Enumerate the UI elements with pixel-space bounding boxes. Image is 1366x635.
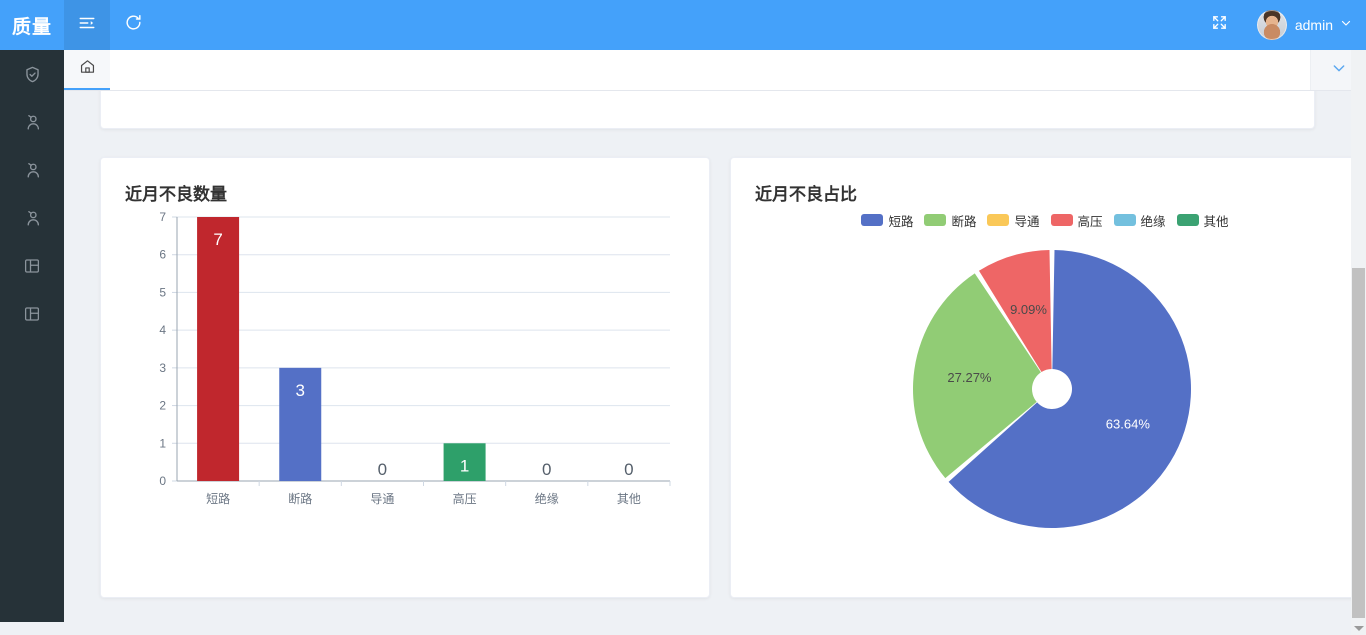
- vertical-scrollbar-thumb[interactable]: [1352, 268, 1365, 618]
- legend-color-swatch: [924, 214, 947, 226]
- bar: [197, 217, 240, 481]
- y-axis-tick-label: 3: [159, 361, 166, 375]
- bar-value-label: 1: [460, 456, 469, 475]
- pie-chart-card: 近月不良占比 短路 断路 导通 高压 绝缘 其他 63.64% 27.27% 9.09%: [730, 157, 1351, 598]
- y-axis-tick-label: 4: [159, 323, 166, 337]
- legend-color-swatch: [1113, 214, 1136, 226]
- tab-bar: [64, 50, 1366, 91]
- sidebar-item-panel-2[interactable]: [0, 290, 64, 338]
- sidebar: 质量: [0, 0, 64, 622]
- pie-chart-title: 近月不良占比: [755, 185, 857, 204]
- menu-toggle-button[interactable]: [64, 0, 110, 50]
- chevron-down-icon[interactable]: [1340, 16, 1352, 34]
- legend-item[interactable]: 导通: [987, 211, 1040, 230]
- legend-label: 断路: [951, 214, 977, 229]
- sidebar-item-panel-1[interactable]: [0, 242, 64, 290]
- legend-label: 其他: [1203, 214, 1229, 229]
- chevron-down-icon: [1331, 60, 1347, 81]
- refresh-button[interactable]: [110, 0, 156, 50]
- fullscreen-icon: [1211, 14, 1228, 36]
- layout-panel-icon: [23, 305, 41, 323]
- legend-item[interactable]: 其他: [1176, 211, 1229, 230]
- bar-value-label: 0: [378, 460, 387, 479]
- y-axis-tick-label: 5: [159, 285, 166, 299]
- x-axis-tick-label: 绝缘: [535, 491, 559, 506]
- charts-row: 近月不良数量 0 1 2 3 4 5 6 7 7 短路 3 断路 0 导通 1 高压 0 绝缘 0 其他 近月不良占比…: [100, 157, 1351, 598]
- pie-slice-label: 9.09%: [1010, 302, 1047, 317]
- indent-menu-icon: [78, 14, 96, 37]
- user-icon: [23, 113, 42, 132]
- bar-value-label: 3: [296, 381, 305, 400]
- bar-value-label: 0: [542, 460, 551, 479]
- bar-chart-card: 近月不良数量 0 1 2 3 4 5 6 7 7 短路 3 断路 0 导通 1 高压 0 绝缘 0 其他: [100, 157, 710, 598]
- app-root: 质量 admin 近月不良数量 0 1 2 3 4 5 6 7 7 短路 3 断…: [0, 0, 1366, 635]
- legend-label: 绝缘: [1140, 214, 1166, 229]
- x-axis-tick-label: 高压: [453, 491, 477, 506]
- legend-label: 短路: [888, 214, 914, 229]
- legend-color-swatch: [861, 214, 884, 226]
- y-axis-tick-label: 7: [159, 210, 166, 224]
- legend-color-swatch: [1176, 214, 1199, 226]
- x-axis-tick-label: 其他: [617, 492, 641, 506]
- x-axis-tick-label: 导通: [370, 492, 394, 506]
- legend-item[interactable]: 高压: [1050, 211, 1103, 230]
- summary-card: [100, 91, 1315, 129]
- top-header: admin: [64, 0, 1366, 50]
- layout-panel-icon: [23, 257, 41, 275]
- y-axis-tick-label: 6: [159, 248, 166, 262]
- sidebar-item-user-2[interactable]: [0, 146, 64, 194]
- username-label: admin: [1294, 17, 1333, 33]
- sidebar-item-quality[interactable]: [0, 50, 64, 98]
- app-logo[interactable]: 质量: [0, 0, 64, 50]
- sidebar-item-user-3[interactable]: [0, 194, 64, 242]
- user-icon: [23, 209, 42, 228]
- x-axis-tick-label: 断路: [288, 491, 312, 506]
- y-axis-tick-label: 1: [159, 436, 166, 450]
- legend-label: 导通: [1014, 214, 1040, 229]
- pie-slice-label: 27.27%: [947, 370, 992, 385]
- x-axis-tick-label: 短路: [206, 491, 230, 506]
- tab-home[interactable]: [64, 50, 110, 90]
- user-icon: [23, 161, 42, 180]
- main-content: 近月不良数量 0 1 2 3 4 5 6 7 7 短路 3 断路 0 导通 1 高压 0 绝缘 0 其他 近月不良占比…: [64, 91, 1351, 635]
- shield-check-icon: [23, 65, 42, 84]
- avatar[interactable]: [1256, 10, 1287, 40]
- legend-color-swatch: [987, 214, 1010, 226]
- home-icon: [79, 58, 96, 80]
- y-axis-tick-label: 0: [159, 474, 166, 488]
- y-axis-tick-label: 2: [159, 399, 166, 413]
- bar-value-label: 7: [213, 230, 222, 249]
- legend-item[interactable]: 短路: [861, 211, 913, 230]
- pie-chart[interactable]: 63.64% 27.27% 9.09%: [755, 229, 1335, 569]
- fullscreen-button[interactable]: [1197, 0, 1243, 50]
- header-right: admin: [1197, 0, 1366, 50]
- horizontal-scrollbar[interactable]: [64, 622, 1351, 635]
- sidebar-item-user-1[interactable]: [0, 98, 64, 146]
- bar-chart[interactable]: 0 1 2 3 4 5 6 7 7 短路 3 断路 0 导通 1 高压 0 绝缘 0 其他: [125, 209, 685, 539]
- refresh-icon: [124, 13, 143, 37]
- vertical-scrollbar[interactable]: [1351, 50, 1366, 635]
- legend-item[interactable]: 断路: [924, 211, 976, 230]
- bar-chart-title: 近月不良数量: [125, 185, 227, 204]
- pie-chart-legend: 短路 断路 导通 高压 绝缘 其他: [755, 211, 1335, 229]
- pie-slice-label: 63.64%: [1106, 417, 1151, 432]
- legend-color-swatch: [1050, 214, 1073, 226]
- scroll-down-arrow-icon[interactable]: [1354, 626, 1364, 631]
- legend-label: 高压: [1077, 214, 1103, 229]
- legend-item[interactable]: 绝缘: [1113, 211, 1166, 230]
- tab-list-area: [110, 50, 1310, 90]
- bar-value-label: 0: [624, 460, 633, 479]
